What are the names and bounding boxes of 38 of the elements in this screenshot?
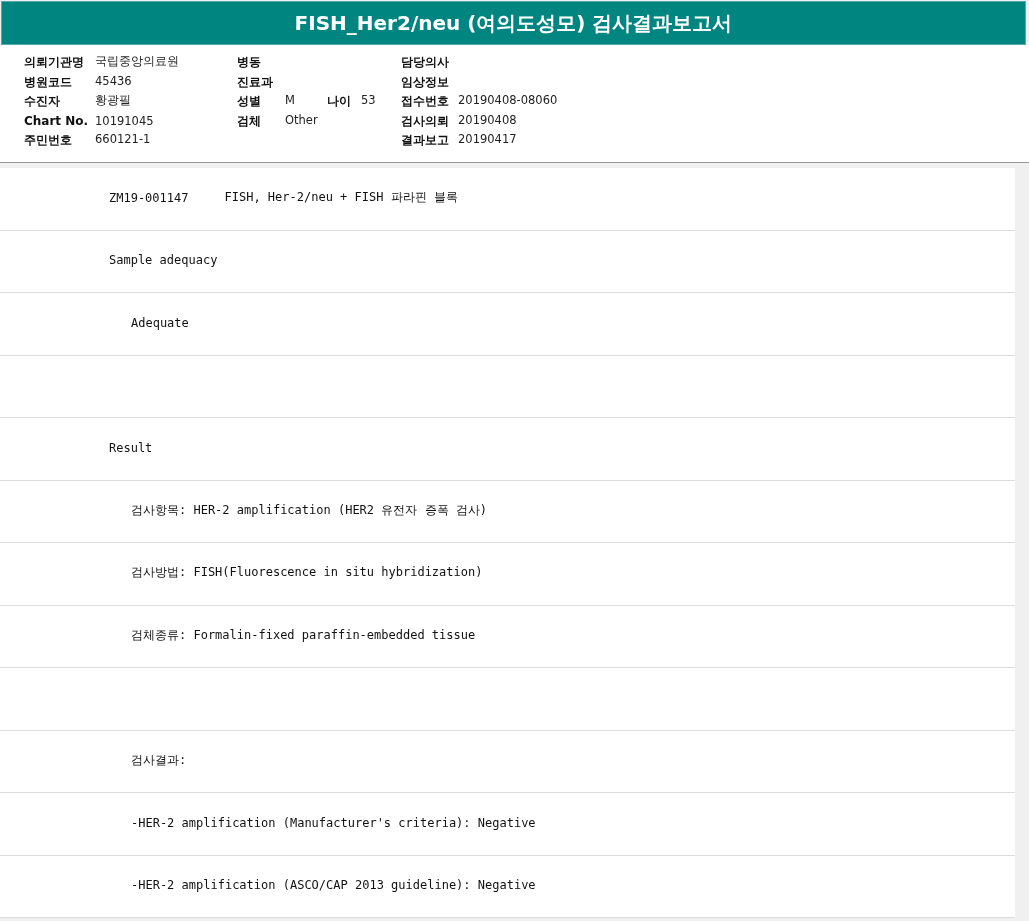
field-value: 10191045 (95, 114, 154, 129)
field-label: 검사의뢰 (401, 112, 450, 130)
report-line: 검사항목: HER-2 amplification (HER2 유전자 증폭 검사) (131, 501, 487, 519)
field-label: 담당의사 (401, 54, 450, 72)
field-value: 53 (361, 93, 376, 110)
field-label: 의뢰기관명 (24, 54, 85, 72)
report-line: Sample adequacy (109, 253, 218, 268)
field-label: 검체 (237, 112, 262, 130)
field-value: 20190408-08060 (458, 93, 558, 110)
report-line: Adequate (131, 315, 189, 330)
field-value: 황광필 (95, 93, 131, 110)
field-label: 수진자 (24, 93, 61, 111)
field-label: 진료과 (237, 73, 274, 91)
report-line: 검체종류: Formalin-fixed paraffin-embedded tissue (131, 626, 476, 644)
report-line: 검사결과: (131, 751, 187, 769)
field-label: 주민번호 (24, 132, 73, 150)
field-value: 20190408 (458, 112, 517, 129)
field-label: Chart No. (24, 114, 90, 129)
field-label: 결과보고 (401, 132, 450, 150)
report-line: -HER-2 amplification (ASCO/CAP 2013 guideline): Negative (131, 878, 536, 893)
report-line: -HER-2 amplification (Manufacturer's criteria): Negative (131, 815, 536, 830)
field-value: M (285, 93, 296, 110)
field-value: 45436 (95, 73, 132, 90)
field-label: 병동 (237, 54, 262, 72)
specimen-number: ZM19-001147 (109, 190, 189, 205)
field-value: Other (285, 112, 319, 129)
field-value: 660121-1 (95, 132, 151, 149)
field-value: 20190417 (458, 132, 517, 149)
field-label: 병원코드 (24, 73, 73, 91)
test-name: FISH, Her-2/neu + FISH 파라핀 블록 (224, 189, 458, 207)
field-label: 나이 (327, 93, 352, 111)
field-label: 임상정보 (401, 73, 450, 91)
field-value: 국립중앙의료원 (95, 54, 179, 71)
field-label: 성별 (237, 93, 262, 111)
field-label: 접수번호 (401, 93, 450, 111)
report-line: 검사방법: FISH(Fluorescence in situ hybridization) (131, 564, 483, 582)
report-title: FISH_Her2/neu (여의도성모) 검사결과보고서 (294, 9, 733, 37)
report-line: Result (109, 440, 153, 455)
